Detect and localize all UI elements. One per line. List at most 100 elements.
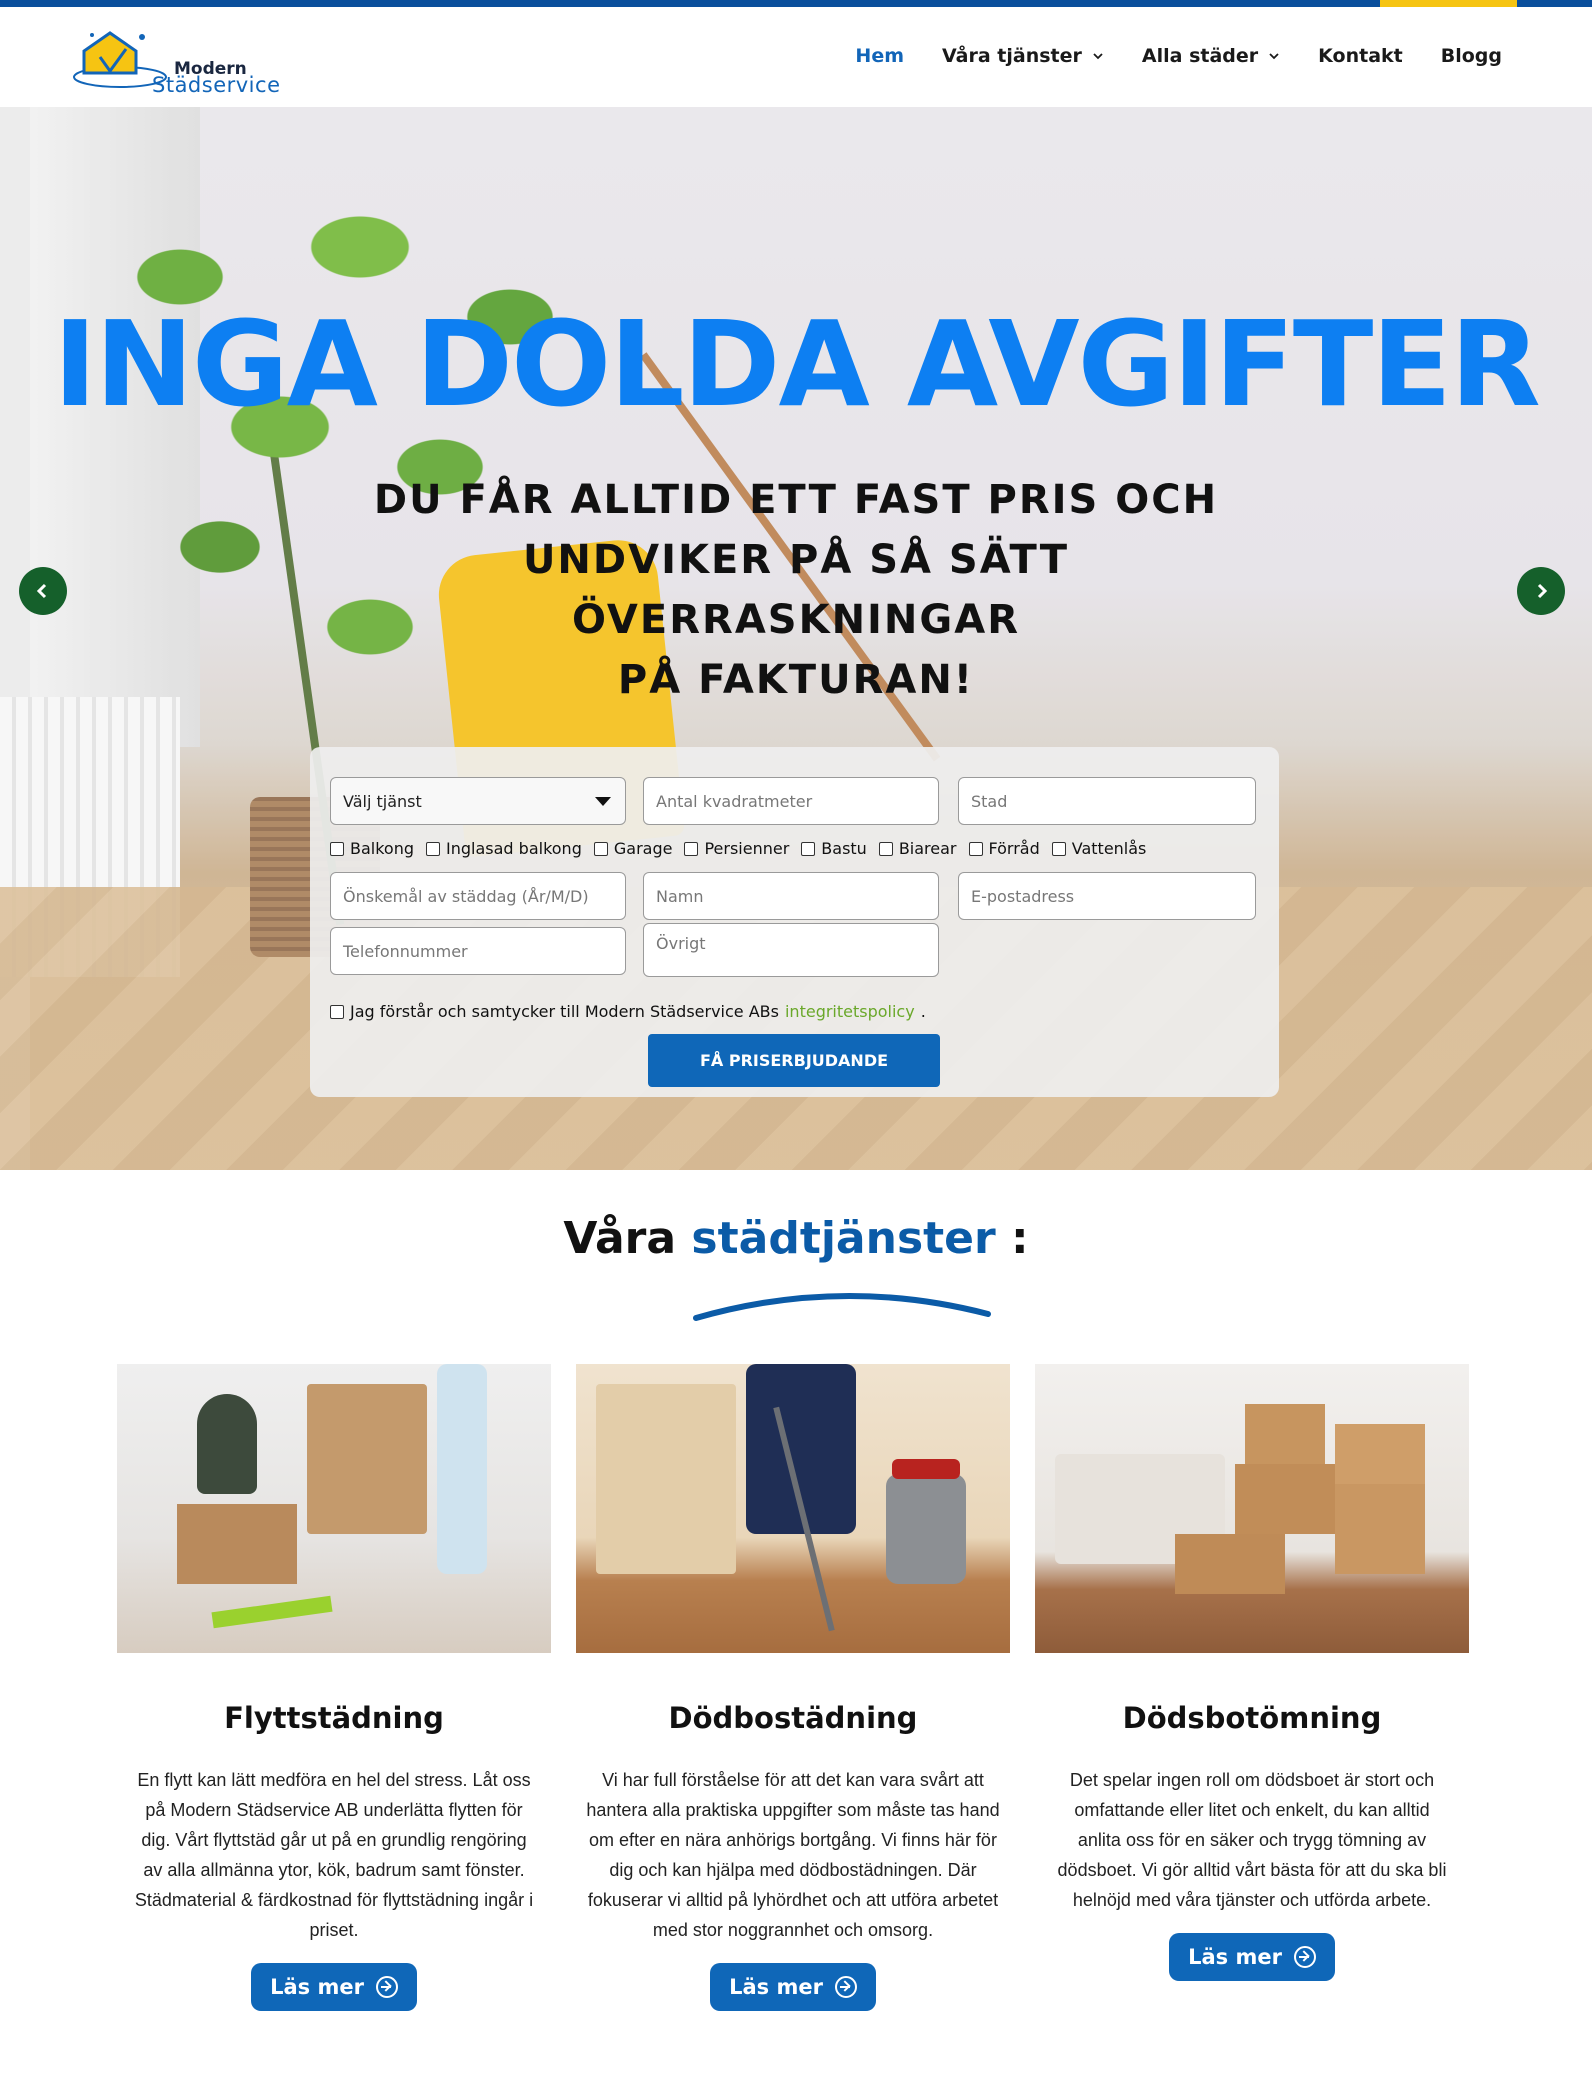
hero-slider: INGA DOLDA AVGIFTER DU FÅR ALLTID ETT FA… <box>0 107 1592 1170</box>
checkbox-inglasad-balkong[interactable]: Inglasad balkong <box>426 839 582 858</box>
read-more-button[interactable]: Läs mer <box>251 1963 417 2011</box>
quote-form: Välj tjänst Antal kvadratmeter Stad Balk… <box>310 747 1279 1097</box>
nav-item-vara-tjanster[interactable]: Våra tjänster <box>942 45 1104 67</box>
arrow-circle-right-icon <box>834 1976 857 1998</box>
image-box <box>1175 1534 1285 1594</box>
image-cabinet <box>596 1384 736 1574</box>
checkbox-balkong[interactable]: Balkong <box>330 839 414 858</box>
read-more-button[interactable]: Läs mer <box>710 1963 876 2011</box>
checkbox-label: Vattenlås <box>1071 839 1147 858</box>
services-heading-colon: : <box>1011 1213 1029 1264</box>
service-card-text: En flytt kan lätt medföra en hel del str… <box>134 1770 534 1940</box>
city-input[interactable]: Stad <box>958 777 1256 825</box>
checkbox-garage[interactable]: Garage <box>593 839 673 858</box>
area-input[interactable]: Antal kvadratmeter <box>643 777 939 825</box>
checkbox-box[interactable] <box>1051 841 1066 856</box>
checkbox-persienner[interactable]: Persienner <box>684 839 789 858</box>
checkbox-label: Bastu <box>821 839 867 858</box>
hero-subtitle-line: UNDVIKER PÅ SÅ SÄTT ÖVERRASKNINGAR <box>522 537 1070 643</box>
checkbox-label: Biarear <box>898 839 957 858</box>
image-box-stack <box>307 1384 427 1534</box>
service-card-dodsbotomning: Dödsbotömning Det spelar ingen roll om d… <box>1035 1364 1469 1981</box>
image-box <box>1245 1404 1325 1464</box>
checkbox-box[interactable] <box>878 841 893 856</box>
service-image-dodsbotomning <box>1035 1364 1469 1653</box>
phone-placeholder: Telefonnummer <box>343 942 468 961</box>
name-placeholder: Namn <box>656 887 704 906</box>
service-card-dodbostadning: Dödbostädning Vi har full förståelse för… <box>576 1364 1010 2011</box>
checkbox-forrad[interactable]: Förråd <box>968 839 1040 858</box>
date-input[interactable]: Önskemål av städdag (År/M/D) <box>330 872 626 920</box>
service-card-title: Flyttstädning <box>224 1701 444 1735</box>
nav-label: Alla städer <box>1141 45 1259 67</box>
consent-end: . <box>920 1002 926 1021</box>
hero-subtitle-line: PÅ FAKTURAN! <box>617 657 975 703</box>
other-placeholder: Övrigt <box>656 934 706 953</box>
hero-subtitle-line: DU FÅR ALLTID ETT FAST PRIS OCH <box>373 477 1219 523</box>
checkbox-box[interactable] <box>684 841 699 856</box>
nav-item-alla-stader[interactable]: Alla städer <box>1142 45 1280 67</box>
consent-checkbox[interactable]: Jag förstår och samtycker till Modern St… <box>330 1002 926 1021</box>
main-nav: Hem Våra tjänster Alla städer Kontakt Bl… <box>855 45 1502 67</box>
image-person-legs <box>437 1364 487 1574</box>
nav-label: Blogg <box>1440 45 1502 67</box>
checkbox-biarear[interactable]: Biarear <box>878 839 957 858</box>
checkbox-label: Garage <box>613 839 673 858</box>
nav-item-kontakt[interactable]: Kontakt <box>1318 45 1403 67</box>
get-quote-button[interactable]: FÅ PRISERBJUDANDE <box>648 1034 940 1087</box>
checkbox-box[interactable] <box>426 841 441 856</box>
nav-item-hem[interactable]: Hem <box>855 45 904 67</box>
site-header: Modern Städservice Hem Våra tjänster All… <box>0 7 1592 107</box>
checkbox-box[interactable] <box>593 841 608 856</box>
service-card-text: Det spelar ingen roll om dödsboet är sto… <box>1057 1770 1447 1910</box>
service-card-text: Vi har full förståelse för att det kan v… <box>586 1770 1000 1940</box>
slider-prev-button[interactable] <box>19 567 67 615</box>
service-image-flyttstadning <box>117 1364 551 1653</box>
checkbox-label: Förråd <box>988 839 1040 858</box>
image-mop <box>211 1595 333 1629</box>
service-card-title: Dödbostädning <box>668 1701 918 1735</box>
checkbox-label: Balkong <box>350 839 415 858</box>
email-input[interactable]: E-postadress <box>958 872 1256 920</box>
checkbox-vattenlas[interactable]: Vattenlås <box>1051 839 1147 858</box>
slider-next-button[interactable] <box>1517 567 1565 615</box>
name-input[interactable]: Namn <box>643 872 939 920</box>
hero-title: INGA DOLDA AVGIFTER <box>53 295 1541 433</box>
privacy-policy-link[interactable]: integritetspolicy <box>785 1002 915 1021</box>
service-select[interactable]: Välj tjänst <box>330 777 626 825</box>
services-heading-part1: Våra <box>563 1213 677 1264</box>
image-vacuum <box>886 1474 966 1584</box>
checkbox-bastu[interactable]: Bastu <box>801 839 867 858</box>
chevron-down-icon <box>1093 53 1103 60</box>
checkbox-box[interactable] <box>801 841 816 856</box>
read-more-label: Läs mer <box>1188 1945 1282 1969</box>
service-card-title: Dödsbotömning <box>1122 1701 1382 1735</box>
checkbox-box[interactable] <box>330 841 344 856</box>
city-placeholder: Stad <box>971 792 1008 811</box>
chevron-down-icon <box>1269 53 1279 60</box>
image-box <box>1235 1464 1335 1534</box>
email-placeholder: E-postadress <box>971 887 1075 906</box>
service-image-dodbostadning <box>576 1364 1010 1653</box>
nav-label: Våra tjänster <box>942 45 1082 67</box>
image-vacuum-lid <box>892 1459 960 1479</box>
caret-down-icon <box>595 797 611 806</box>
phone-input[interactable]: Telefonnummer <box>330 927 626 975</box>
nav-label: Kontakt <box>1318 45 1403 67</box>
checkbox-box[interactable] <box>968 841 983 856</box>
services-heading: Våra städtjänster : <box>0 1213 1592 1264</box>
nav-label: Hem <box>855 45 905 67</box>
read-more-label: Läs mer <box>729 1975 823 1999</box>
consent-text: Jag förstår och samtycker till Modern St… <box>350 1002 779 1021</box>
chevron-right-icon <box>1537 583 1548 599</box>
extras-checkbox-group: Balkong Inglasad balkong Garage Persienn… <box>330 839 1146 858</box>
site-logo[interactable]: Modern Städservice <box>70 27 280 97</box>
other-textarea[interactable]: Övrigt <box>643 923 939 977</box>
date-placeholder: Önskemål av städdag (År/M/D) <box>343 887 589 906</box>
arrow-circle-right-icon <box>375 1976 398 1998</box>
services-heading-highlight: städtjänster <box>691 1213 996 1264</box>
checkbox-box[interactable] <box>330 1004 344 1019</box>
nav-item-blogg[interactable]: Blogg <box>1441 45 1502 67</box>
read-more-button[interactable]: Läs mer <box>1169 1933 1335 1981</box>
arrow-circle-right-icon <box>1293 1946 1316 1968</box>
